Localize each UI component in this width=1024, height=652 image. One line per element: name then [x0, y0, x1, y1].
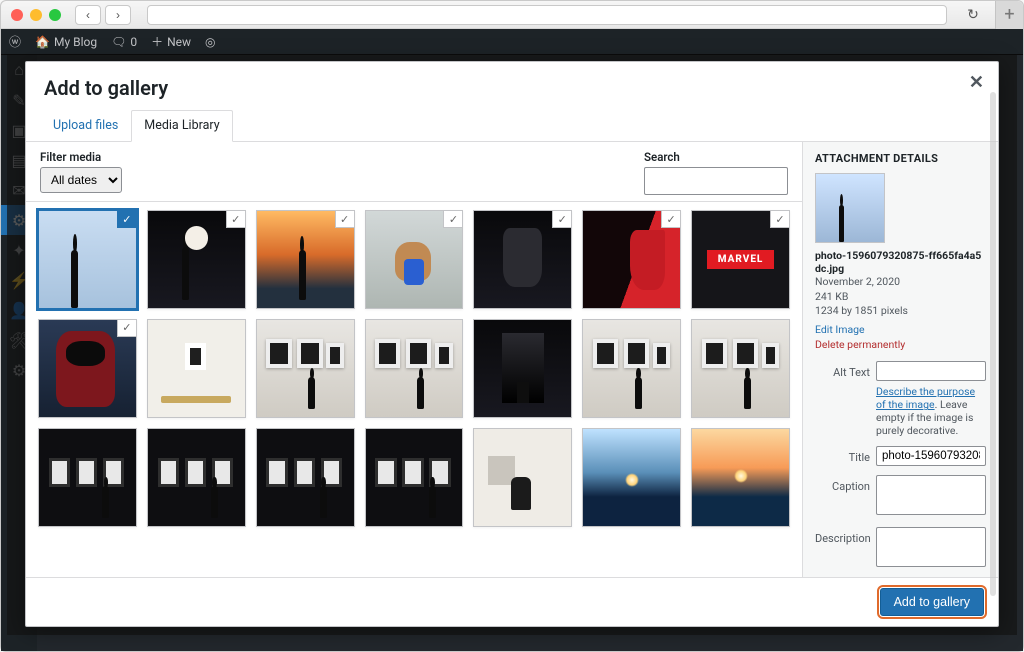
- media-thumb[interactable]: ✓: [38, 210, 137, 309]
- window-maximize-button[interactable]: [49, 9, 61, 21]
- modal-scrollbar[interactable]: [990, 92, 996, 596]
- window-controls: [11, 9, 61, 21]
- attachment-dimensions: 1234 by 1851 pixels: [815, 304, 986, 319]
- media-thumb[interactable]: ✓: [365, 210, 464, 309]
- nav-back-button[interactable]: ‹: [75, 5, 101, 25]
- attachment-details-pane: ATTACHMENT DETAILS photo-1596079320875-f…: [803, 142, 998, 577]
- site-name: My Blog: [54, 35, 97, 49]
- media-thumb[interactable]: [691, 428, 790, 527]
- attachment-date: November 2, 2020: [815, 275, 986, 290]
- caption-input[interactable]: [876, 475, 986, 515]
- reload-button[interactable]: ↻: [963, 7, 983, 23]
- add-to-gallery-button[interactable]: Add to gallery: [880, 588, 984, 616]
- modal-body: Filter media All dates Search: [26, 142, 998, 577]
- media-thumb[interactable]: [473, 428, 572, 527]
- window-close-button[interactable]: [11, 9, 23, 21]
- modal-backdrop: ✕ Add to gallery Upload files Media Libr…: [7, 55, 1017, 635]
- thumb-check-icon[interactable]: ✓: [117, 210, 137, 228]
- alt-text-helper: Describe the purpose of the image. Leave…: [876, 385, 986, 437]
- media-thumb[interactable]: [147, 428, 246, 527]
- window-minimize-button[interactable]: [30, 9, 42, 21]
- wp-logo-icon[interactable]: ⓦ: [9, 33, 21, 50]
- media-thumb[interactable]: ✓: [147, 210, 246, 309]
- nav-forward-button[interactable]: ›: [105, 5, 131, 25]
- filter-group: Filter media All dates: [40, 150, 122, 195]
- alt-text-input[interactable]: [876, 361, 986, 381]
- comments-count: 0: [130, 35, 137, 49]
- attachment-thumbnail: [815, 173, 885, 243]
- media-thumb[interactable]: [256, 428, 355, 527]
- attachment-details-heading: ATTACHMENT DETAILS: [815, 152, 986, 165]
- media-thumb[interactable]: [256, 319, 355, 418]
- page-body: ⓦ 🏠 My Blog 🗨 0 ＋ New ◎ ⌂ ✎ ▣ ▤ ✉ ⚙ ✦ ⚡ …: [1, 29, 1023, 651]
- field-caption: Caption: [815, 475, 986, 518]
- media-thumb[interactable]: ✓: [582, 210, 681, 309]
- modal-footer: Add to gallery: [26, 577, 998, 626]
- media-thumb[interactable]: [365, 319, 464, 418]
- browser-window: ‹ › ↻ + ⓦ 🏠 My Blog 🗨 0 ＋ New ◎ ⌂ ✎ ▣ ▤ …: [0, 0, 1024, 652]
- media-thumb[interactable]: [473, 319, 572, 418]
- new-label: New: [167, 35, 191, 49]
- alt-text-label: Alt Text: [815, 366, 870, 379]
- browser-titlebar: ‹ › ↻ +: [1, 1, 1023, 29]
- thumb-check-icon[interactable]: ✓: [226, 210, 246, 228]
- comments-link[interactable]: 🗨 0: [111, 35, 137, 49]
- modal-close-button[interactable]: ✕: [969, 72, 984, 93]
- modal-header: Add to gallery: [26, 62, 998, 106]
- title-input[interactable]: [876, 446, 986, 466]
- modal-tabs: Upload files Media Library: [26, 110, 998, 142]
- media-grid-scroll[interactable]: ✓✓✓✓✓✓MARVEL✓✓: [26, 202, 802, 577]
- media-thumb[interactable]: ✓: [256, 210, 355, 309]
- thumb-check-icon[interactable]: ✓: [552, 210, 572, 228]
- delete-permanently-link[interactable]: Delete permanently: [815, 338, 905, 351]
- tab-media-library[interactable]: Media Library: [131, 110, 232, 142]
- tab-upload-files[interactable]: Upload files: [40, 110, 131, 141]
- thumb-check-icon[interactable]: ✓: [117, 319, 137, 337]
- thumb-check-icon[interactable]: ✓: [335, 210, 355, 228]
- media-thumb[interactable]: [582, 428, 681, 527]
- search-label: Search: [644, 150, 788, 164]
- media-thumb[interactable]: [365, 428, 464, 527]
- wp-admin-bar: ⓦ 🏠 My Blog 🗨 0 ＋ New ◎: [1, 29, 1023, 55]
- filter-media-label: Filter media: [40, 150, 122, 164]
- media-thumb[interactable]: [691, 319, 790, 418]
- filter-date-select[interactable]: All dates: [40, 167, 122, 193]
- caption-label: Caption: [815, 480, 870, 493]
- description-label: Description: [815, 532, 870, 545]
- media-toolbar: Filter media All dates Search: [26, 142, 802, 202]
- title-label: Title: [815, 451, 870, 464]
- url-bar[interactable]: [147, 5, 947, 25]
- media-thumb[interactable]: MARVEL✓: [691, 210, 790, 309]
- media-pane: Filter media All dates Search: [26, 142, 803, 577]
- media-thumb[interactable]: ✓: [38, 319, 137, 418]
- field-description: Description: [815, 527, 986, 570]
- site-link[interactable]: 🏠 My Blog: [35, 35, 97, 49]
- field-alt-text: Alt Text Describe the purpose of the ima…: [815, 361, 986, 437]
- field-title: Title: [815, 446, 986, 466]
- media-modal: ✕ Add to gallery Upload files Media Libr…: [25, 61, 999, 627]
- thumb-check-icon[interactable]: ✓: [770, 210, 790, 228]
- thumb-check-icon[interactable]: ✓: [443, 210, 463, 228]
- attachment-filename: photo-1596079320875-ff665fa4a5dc.jpg: [815, 249, 986, 275]
- edit-image-link[interactable]: Edit Image: [815, 323, 865, 336]
- media-thumb[interactable]: [38, 428, 137, 527]
- media-thumb[interactable]: [147, 319, 246, 418]
- media-thumb[interactable]: ✓: [473, 210, 572, 309]
- media-grid: ✓✓✓✓✓✓MARVEL✓✓: [38, 210, 790, 527]
- attachment-filesize: 241 KB: [815, 290, 986, 305]
- thumb-check-icon[interactable]: ✓: [661, 210, 681, 228]
- media-thumb[interactable]: [582, 319, 681, 418]
- search-input[interactable]: [644, 167, 788, 195]
- new-tab-button[interactable]: +: [995, 1, 1023, 29]
- nav-buttons: ‹ ›: [75, 5, 131, 25]
- new-content-link[interactable]: ＋ New: [151, 33, 191, 50]
- modal-title: Add to gallery: [44, 76, 980, 100]
- description-input[interactable]: [876, 527, 986, 567]
- view-icon[interactable]: ◎: [205, 35, 215, 49]
- search-group: Search: [644, 150, 788, 195]
